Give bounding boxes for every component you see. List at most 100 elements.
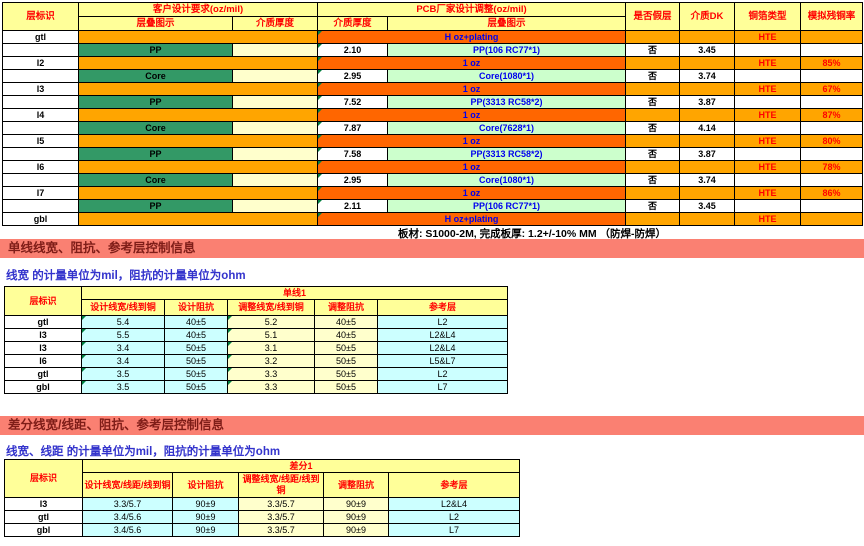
residual-copper-cell[interactable]: [801, 200, 863, 213]
dk-cell[interactable]: 4.14: [680, 122, 735, 135]
layer-id-cell[interactable]: l3: [5, 329, 82, 342]
customer-copper-bar[interactable]: [79, 213, 318, 226]
pcb-dielectric-cell[interactable]: Core(1080*1): [388, 174, 626, 187]
layer-id-cell[interactable]: l6: [5, 355, 82, 368]
design-impedance-cell[interactable]: 50±5: [165, 368, 228, 381]
customer-dielectric-cell[interactable]: Core: [79, 122, 233, 135]
reference-layer-cell[interactable]: L2&L4: [378, 342, 508, 355]
diff-header-layer-id[interactable]: 层标识: [5, 460, 83, 498]
residual-copper-cell[interactable]: [801, 70, 863, 83]
dk-cell[interactable]: 3.74: [680, 70, 735, 83]
pcb-copper-bar[interactable]: 1 oz: [318, 109, 626, 122]
customer-dielectric-cell[interactable]: Core: [79, 70, 233, 83]
header-thickness-pcb[interactable]: 介质厚度: [318, 17, 388, 31]
residual-copper-cell[interactable]: 80%: [801, 135, 863, 148]
diff-header-reference-layer[interactable]: 参考层: [389, 473, 520, 498]
customer-thickness-cell[interactable]: [233, 148, 318, 161]
dk-cell[interactable]: 3.45: [680, 44, 735, 57]
dk-cell[interactable]: [680, 31, 735, 44]
pcb-copper-bar[interactable]: 1 oz: [318, 83, 626, 96]
dummy-layer-cell[interactable]: [626, 83, 680, 96]
customer-thickness-cell[interactable]: [233, 200, 318, 213]
dk-cell[interactable]: [680, 83, 735, 96]
single-header-design-impedance[interactable]: 设计阻抗: [165, 300, 228, 316]
residual-copper-cell[interactable]: [801, 44, 863, 57]
foil-type-cell[interactable]: [735, 96, 801, 109]
pcb-copper-bar[interactable]: 1 oz: [318, 135, 626, 148]
customer-dielectric-cell[interactable]: PP: [79, 44, 233, 57]
adjusted-width-cell[interactable]: 3.3/5.7: [239, 511, 324, 524]
adjusted-impedance-cell[interactable]: 50±5: [315, 355, 378, 368]
customer-dielectric-cell[interactable]: PP: [79, 148, 233, 161]
header-pcb-adjustment[interactable]: PCB厂家设计调整(oz/mil): [318, 3, 626, 17]
adjusted-impedance-cell[interactable]: 90±9: [324, 498, 389, 511]
adjusted-width-cell[interactable]: 3.3/5.7: [239, 524, 324, 537]
layer-id-cell[interactable]: l7: [3, 187, 79, 200]
layer-id-cell[interactable]: [3, 148, 79, 161]
design-impedance-cell[interactable]: 50±5: [165, 381, 228, 394]
pcb-thickness-cell[interactable]: 2.10: [318, 44, 388, 57]
dummy-layer-cell[interactable]: [626, 135, 680, 148]
pcb-copper-bar[interactable]: 1 oz: [318, 57, 626, 70]
layer-id-cell[interactable]: gbl: [5, 524, 83, 537]
foil-type-cell[interactable]: HTE: [735, 83, 801, 96]
customer-copper-bar[interactable]: [79, 135, 318, 148]
pcb-dielectric-cell[interactable]: PP(3313 RC58*2): [388, 96, 626, 109]
diff-header-design-impedance[interactable]: 设计阻抗: [173, 473, 239, 498]
adjusted-width-cell[interactable]: 3.1: [228, 342, 315, 355]
dk-cell[interactable]: [680, 161, 735, 174]
customer-copper-bar[interactable]: [79, 83, 318, 96]
pcb-thickness-cell[interactable]: 7.52: [318, 96, 388, 109]
layer-id-cell[interactable]: l5: [3, 135, 79, 148]
dk-cell[interactable]: 3.87: [680, 96, 735, 109]
header-dummy-layer[interactable]: 是否假层: [626, 3, 680, 31]
customer-copper-bar[interactable]: [79, 161, 318, 174]
design-width-cell[interactable]: 3.3/5.7: [83, 498, 173, 511]
residual-copper-cell[interactable]: 67%: [801, 83, 863, 96]
pcb-copper-bar[interactable]: 1 oz: [318, 187, 626, 200]
layer-id-cell[interactable]: l6: [3, 161, 79, 174]
header-stack-diagram-pcb[interactable]: 层叠图示: [388, 17, 626, 31]
adjusted-width-cell[interactable]: 3.2: [228, 355, 315, 368]
dk-cell[interactable]: [680, 109, 735, 122]
reference-layer-cell[interactable]: L2: [378, 368, 508, 381]
dk-cell[interactable]: [680, 213, 735, 226]
adjusted-width-cell[interactable]: 5.2: [228, 316, 315, 329]
reference-layer-cell[interactable]: L5&L7: [378, 355, 508, 368]
reference-layer-cell[interactable]: L2: [389, 511, 520, 524]
diff-header-group[interactable]: 差分1: [83, 460, 520, 473]
design-width-cell[interactable]: 3.4: [82, 342, 165, 355]
dk-cell[interactable]: [680, 135, 735, 148]
dummy-layer-cell[interactable]: 否: [626, 148, 680, 161]
layer-id-cell[interactable]: [3, 200, 79, 213]
reference-layer-cell[interactable]: L2&L4: [389, 498, 520, 511]
dummy-layer-cell[interactable]: 否: [626, 44, 680, 57]
pcb-thickness-cell[interactable]: 7.58: [318, 148, 388, 161]
dummy-layer-cell[interactable]: [626, 187, 680, 200]
adjusted-impedance-cell[interactable]: 50±5: [315, 381, 378, 394]
foil-type-cell[interactable]: [735, 122, 801, 135]
foil-type-cell[interactable]: HTE: [735, 31, 801, 44]
single-header-adjusted-impedance[interactable]: 调整阻抗: [315, 300, 378, 316]
layer-id-cell[interactable]: gtl: [5, 511, 83, 524]
design-width-cell[interactable]: 3.5: [82, 368, 165, 381]
layer-id-cell[interactable]: l3: [5, 498, 83, 511]
dummy-layer-cell[interactable]: [626, 213, 680, 226]
dummy-layer-cell[interactable]: 否: [626, 96, 680, 109]
layer-id-cell[interactable]: gtl: [5, 316, 82, 329]
pcb-thickness-cell[interactable]: 2.11: [318, 200, 388, 213]
design-impedance-cell[interactable]: 90±9: [173, 511, 239, 524]
design-impedance-cell[interactable]: 40±5: [165, 316, 228, 329]
foil-type-cell[interactable]: HTE: [735, 135, 801, 148]
header-customer-design[interactable]: 客户设计要求(oz/mil): [79, 3, 318, 17]
pcb-copper-bar[interactable]: H oz+plating: [318, 213, 626, 226]
design-impedance-cell[interactable]: 40±5: [165, 329, 228, 342]
dummy-layer-cell[interactable]: [626, 109, 680, 122]
foil-type-cell[interactable]: [735, 200, 801, 213]
design-width-cell[interactable]: 3.5: [82, 381, 165, 394]
customer-thickness-cell[interactable]: [233, 96, 318, 109]
pcb-thickness-cell[interactable]: 2.95: [318, 70, 388, 83]
layer-id-cell[interactable]: l3: [3, 83, 79, 96]
design-width-cell[interactable]: 3.4/5.6: [83, 524, 173, 537]
pcb-dielectric-cell[interactable]: Core(1080*1): [388, 70, 626, 83]
